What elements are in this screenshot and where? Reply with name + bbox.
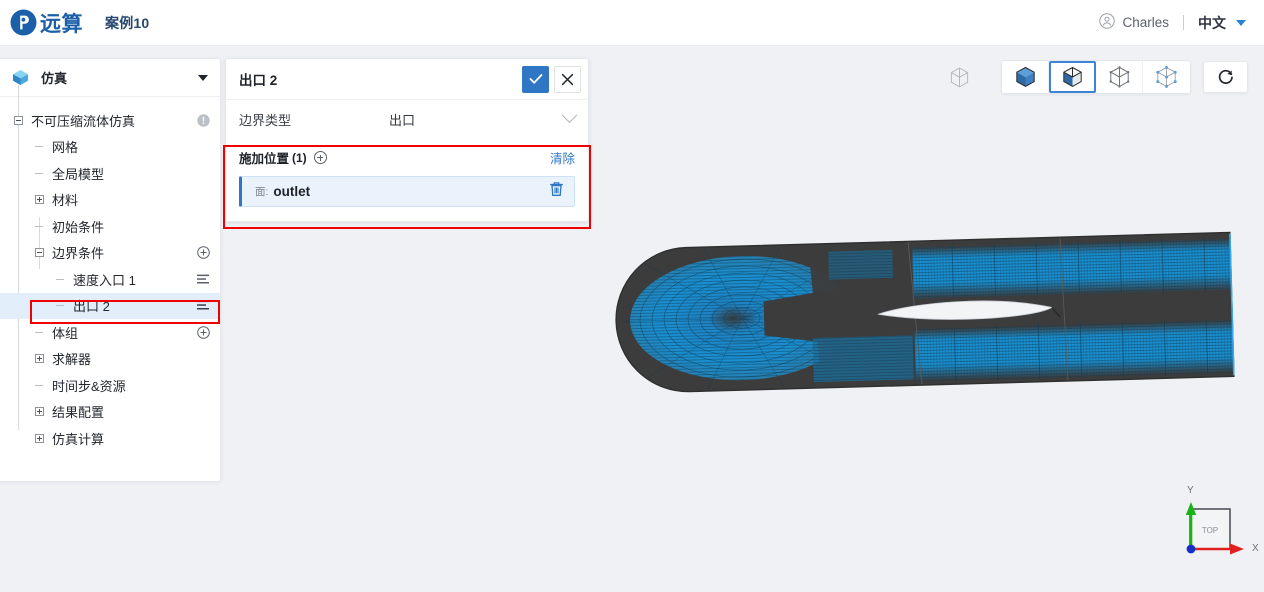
location-count: (1) xyxy=(292,150,307,165)
tree-item-label: 初始条件 xyxy=(52,219,105,235)
trash-icon[interactable] xyxy=(549,181,564,202)
tree-item-label: 出口 2 xyxy=(73,299,110,315)
warning-circle-icon[interactable] xyxy=(197,114,210,127)
tree-item-initial-conditions[interactable]: 初始条件 xyxy=(0,213,220,240)
location-header: 施加位置 (1) 清除 xyxy=(239,148,575,167)
wireframe-outline-cube-icon[interactable] xyxy=(943,61,975,93)
tree-branch-stub xyxy=(35,328,44,337)
expand-toggle-icon[interactable] xyxy=(35,354,44,364)
language-label: 中文 xyxy=(1198,14,1226,31)
confirm-button[interactable] xyxy=(522,65,549,93)
top-bar: 远算 案例10 Charles 中文 xyxy=(0,0,1264,46)
tree-item-volume-group[interactable]: 体组 xyxy=(0,319,220,346)
tree-item-global-model[interactable]: 全局模型 xyxy=(0,160,220,187)
svg-text:TOP: TOP xyxy=(1202,526,1218,535)
tree-item-label: 体组 xyxy=(52,325,79,341)
location-item-name: outlet xyxy=(273,184,311,199)
tree-item-mesh[interactable]: 网格 xyxy=(0,134,220,161)
solid-cube-icon[interactable] xyxy=(1002,61,1049,93)
top-bar-right: Charles 中文 xyxy=(1099,13,1246,33)
location-section: 施加位置 (1) 清除 面: outlet xyxy=(226,138,588,221)
tree-branch-stub xyxy=(56,301,65,310)
tree-item-result-config[interactable]: 结果配置 xyxy=(0,399,220,426)
expand-toggle-icon[interactable] xyxy=(35,195,44,205)
caret-down-icon xyxy=(1236,19,1246,26)
tree-item-timestep-resources[interactable]: 时间步&资源 xyxy=(0,372,220,399)
axis-label-y: Y xyxy=(1187,485,1194,496)
user-name: Charles xyxy=(1122,15,1169,30)
tree-item-outlet-2[interactable]: 出口 2 xyxy=(0,292,220,319)
cancel-button[interactable] xyxy=(554,65,581,93)
case-name: 案例10 xyxy=(105,14,150,31)
close-icon xyxy=(561,73,574,85)
tree-branch-stub xyxy=(35,222,44,231)
expand-toggle-icon[interactable] xyxy=(35,433,44,443)
collapse-toggle-icon[interactable] xyxy=(14,115,23,125)
tree-item-boundary-conditions[interactable]: 边界条件 xyxy=(0,240,220,267)
clear-link[interactable]: 清除 xyxy=(550,148,575,167)
tree-header-label: 仿真 xyxy=(41,71,68,86)
boundary-type-label: 边界类型 xyxy=(239,112,292,128)
language-selector[interactable]: 中文 xyxy=(1198,13,1246,33)
tree-item-material[interactable]: 材料 xyxy=(0,187,220,214)
user-menu[interactable]: Charles xyxy=(1099,13,1169,32)
tree-item-label: 速度入口 1 xyxy=(73,272,136,288)
tree-item-solver[interactable]: 求解器 xyxy=(0,346,220,373)
axis-label-x: X xyxy=(1252,543,1259,554)
check-icon xyxy=(529,74,542,84)
tree-branch-stub xyxy=(35,142,44,151)
tree-branch-stub xyxy=(56,275,65,284)
property-header-actions xyxy=(522,65,581,93)
boundary-type-value: 出口 xyxy=(389,112,416,128)
tree-item-label: 结果配置 xyxy=(52,405,105,421)
property-panel-title: 出口 2 xyxy=(239,73,278,88)
tree-item-label: 全局模型 xyxy=(52,166,105,182)
points-cube-icon[interactable] xyxy=(1143,61,1190,93)
axis-triad[interactable]: TOP Y X xyxy=(1170,485,1260,580)
tree-item-label: 仿真计算 xyxy=(52,431,105,447)
user-avatar-icon xyxy=(1099,13,1116,32)
plus-circle-icon[interactable] xyxy=(197,246,210,260)
render-mode-group xyxy=(1001,60,1191,94)
simulation-tree-panel: 仿真 不可压缩流体仿真 网格 全局模型 材料 初始条件 边界条件 速度入口 1 … xyxy=(0,58,221,482)
plus-circle-icon[interactable] xyxy=(197,325,210,339)
list-icon[interactable] xyxy=(197,274,210,285)
tree-branch-stub xyxy=(35,381,44,390)
tree-item-label: 不可压缩流体仿真 xyxy=(31,113,136,129)
cube-icon xyxy=(12,69,29,86)
tree-item-incompressible-flow[interactable]: 不可压缩流体仿真 xyxy=(0,107,220,134)
expand-toggle-icon[interactable] xyxy=(35,407,44,417)
tree-item-label: 求解器 xyxy=(52,352,92,368)
tree-branch-stub xyxy=(35,169,44,178)
wireframe-cube-icon[interactable] xyxy=(1096,61,1143,93)
caret-down-icon[interactable] xyxy=(198,74,208,81)
viewport-toolbar xyxy=(943,60,1248,94)
yuansuan-logo-icon[interactable] xyxy=(10,9,37,36)
tree-item-velocity-inlet-1[interactable]: 速度入口 1 xyxy=(0,266,220,293)
boundary-property-panel: 出口 2 边界类型 出口 施加位置 (1) 清除 面: outlet xyxy=(225,58,589,222)
reset-view-icon[interactable] xyxy=(1203,61,1248,93)
location-item-kind: 面: xyxy=(255,186,269,198)
location-item[interactable]: 面: outlet xyxy=(239,176,575,207)
list-icon[interactable] xyxy=(197,300,210,311)
tree-item-label: 边界条件 xyxy=(52,246,105,262)
tree-item-label: 时间步&资源 xyxy=(52,378,126,394)
tree-item-simulation-run[interactable]: 仿真计算 xyxy=(0,425,220,452)
tree-body: 不可压缩流体仿真 网格 全局模型 材料 初始条件 边界条件 速度入口 1 出口 … xyxy=(0,85,220,452)
airfoil-cfd-mesh[interactable] xyxy=(612,230,1236,395)
plus-circle-icon[interactable] xyxy=(313,151,327,164)
tree-item-label: 网格 xyxy=(52,140,79,156)
boundary-type-row[interactable]: 边界类型 出口 xyxy=(226,100,588,138)
property-panel-header: 出口 2 xyxy=(226,59,588,100)
location-label: 施加位置 xyxy=(239,152,290,166)
tree-item-label: 材料 xyxy=(52,193,79,209)
chevron-down-icon[interactable] xyxy=(561,106,578,123)
brand-name: 远算 xyxy=(40,12,83,36)
solid-edges-cube-icon[interactable] xyxy=(1049,61,1096,93)
topbar-divider xyxy=(1183,15,1184,30)
collapse-toggle-icon[interactable] xyxy=(35,248,44,258)
tree-header[interactable]: 仿真 xyxy=(0,59,220,97)
